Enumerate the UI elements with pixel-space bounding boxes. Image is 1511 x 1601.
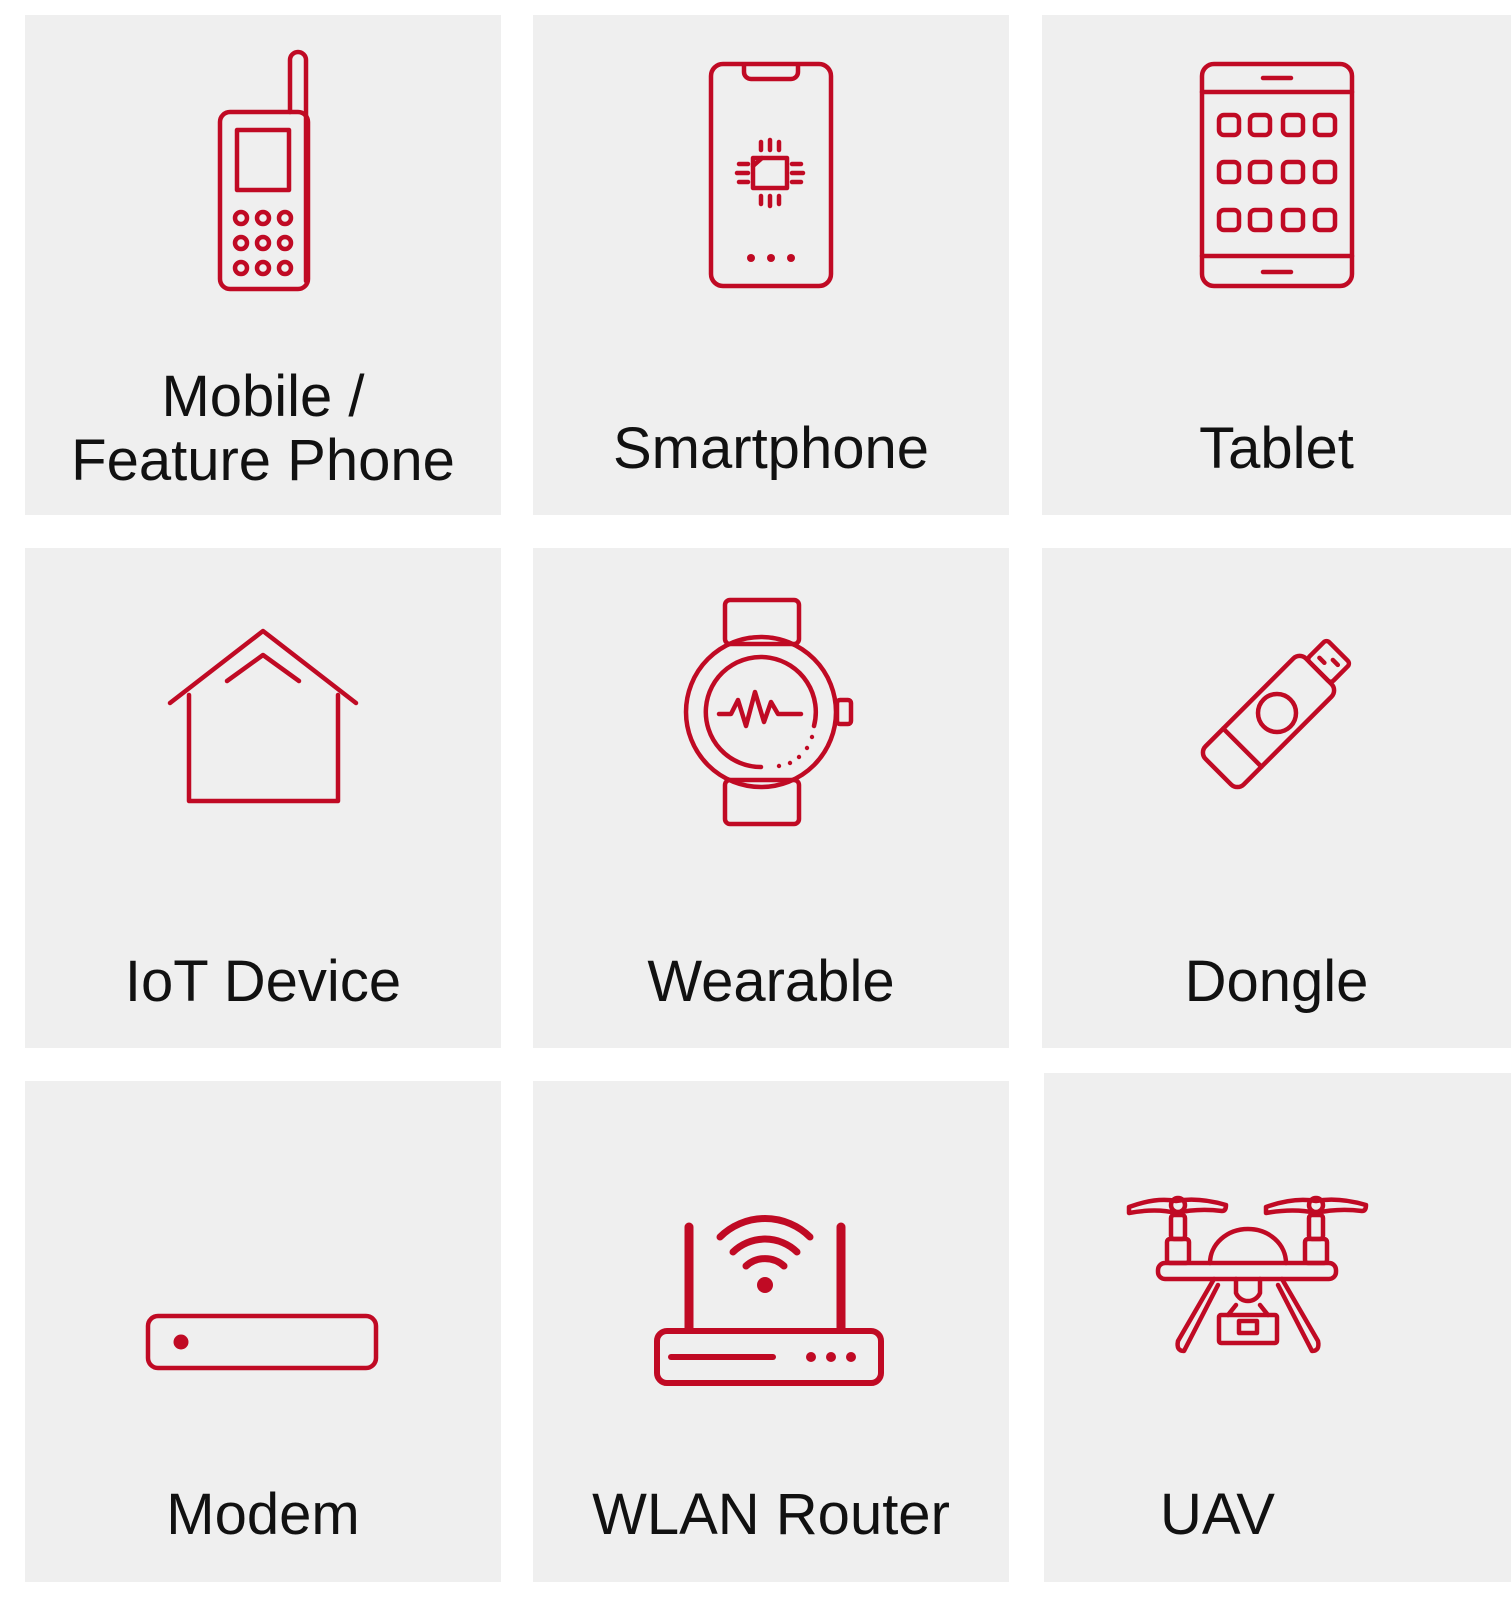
device-label: Tablet	[1199, 416, 1354, 481]
device-tile-uav[interactable]: UAV	[1044, 1073, 1511, 1582]
device-tile-modem[interactable]: Modem	[25, 1081, 501, 1582]
device-label: Smartphone	[613, 416, 929, 481]
usb-dongle-icon	[1042, 548, 1511, 878]
drone-icon	[1044, 1073, 1511, 1493]
device-label: IoT Device	[124, 949, 402, 1014]
device-label: Dongle	[1184, 949, 1369, 1014]
device-label: WLAN Router	[592, 1482, 950, 1547]
smartphone-icon	[533, 15, 1009, 345]
house-icon	[25, 548, 501, 878]
wifi-router-icon	[533, 1081, 1009, 1531]
device-label: Wearable	[647, 949, 895, 1014]
device-tile-dongle[interactable]: Dongle	[1042, 548, 1511, 1048]
device-label-line2: Feature Phone	[71, 428, 455, 493]
device-tile-feature-phone[interactable]: Mobile / Feature Phone	[25, 15, 501, 515]
device-label: Mobile / Feature Phone	[25, 365, 501, 493]
device-tile-iot-device[interactable]: IoT Device	[25, 548, 501, 1048]
smartwatch-icon	[533, 548, 1009, 878]
device-label: Modem	[166, 1482, 360, 1547]
device-tile-wearable[interactable]: Wearable	[533, 548, 1009, 1048]
device-tile-tablet[interactable]: Tablet	[1042, 15, 1511, 515]
device-tile-wlan-router[interactable]: WLAN Router	[533, 1081, 1009, 1582]
device-tile-smartphone[interactable]: Smartphone	[533, 15, 1009, 515]
device-label-line1: Mobile /	[161, 364, 365, 429]
device-label: UAV	[1160, 1482, 1275, 1547]
feature-phone-icon	[25, 15, 501, 345]
tablet-icon	[1042, 15, 1511, 345]
